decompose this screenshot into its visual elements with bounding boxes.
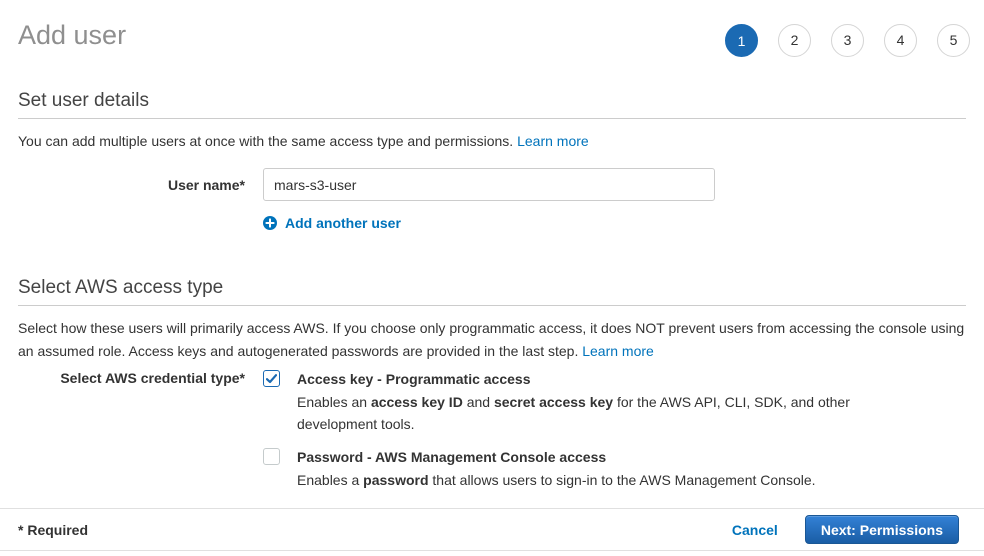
wizard-footer: * Required Cancel Next: Permissions [0, 508, 984, 551]
access-key-option-description: Enables an access key ID and secret acce… [297, 391, 855, 435]
username-input[interactable] [263, 168, 715, 201]
credential-type-label: Select AWS credential type* [18, 369, 245, 491]
user-details-intro: You can add multiple users at once with … [18, 130, 966, 153]
wizard-step-indicator: 1 2 3 4 5 [705, 24, 970, 57]
cancel-button[interactable]: Cancel [732, 522, 778, 538]
next-permissions-button[interactable]: Next: Permissions [805, 515, 959, 544]
check-icon [266, 374, 277, 384]
access-key-option: Access key - Programmatic access Enables… [263, 369, 855, 435]
username-row: User name* [18, 168, 966, 201]
step-indicator-4: 4 [884, 24, 917, 57]
page-header: Add user 1 2 3 4 5 [0, 0, 984, 50]
access-key-checkbox[interactable] [263, 370, 280, 387]
plus-circle-icon [263, 216, 277, 230]
required-note: * Required [18, 522, 88, 538]
add-another-user-label: Add another user [285, 215, 401, 231]
access-key-option-title: Access key - Programmatic access [297, 369, 855, 389]
add-another-user-row: Add another user [18, 215, 966, 231]
section-access-type: Select AWS access type Select how these … [0, 277, 984, 491]
access-type-intro-text: Select how these users will primarily ac… [18, 320, 964, 359]
user-details-heading: Set user details [18, 90, 966, 119]
step-indicator-2: 2 [778, 24, 811, 57]
password-checkbox[interactable] [263, 448, 280, 465]
learn-more-link[interactable]: Learn more [517, 133, 589, 149]
user-details-intro-text: You can add multiple users at once with … [18, 133, 513, 149]
credential-options: Access key - Programmatic access Enables… [263, 369, 855, 491]
add-another-user-button[interactable]: Add another user [263, 215, 401, 231]
step-indicator-5: 5 [937, 24, 970, 57]
password-option: Password - AWS Management Console access… [263, 447, 855, 491]
credential-type-row: Select AWS credential type* Access key -… [18, 369, 966, 491]
password-option-title: Password - AWS Management Console access [297, 447, 816, 467]
learn-more-link[interactable]: Learn more [582, 343, 654, 359]
step-indicator-1: 1 [725, 24, 758, 57]
step-indicator-3: 3 [831, 24, 864, 57]
section-user-details: Set user details You can add multiple us… [0, 90, 984, 231]
access-type-heading: Select AWS access type [18, 277, 966, 306]
password-option-description: Enables a password that allows users to … [297, 469, 816, 491]
add-user-page: Add user 1 2 3 4 5 Set user details You … [0, 0, 984, 556]
username-label: User name* [18, 168, 245, 201]
access-type-intro: Select how these users will primarily ac… [18, 317, 966, 363]
